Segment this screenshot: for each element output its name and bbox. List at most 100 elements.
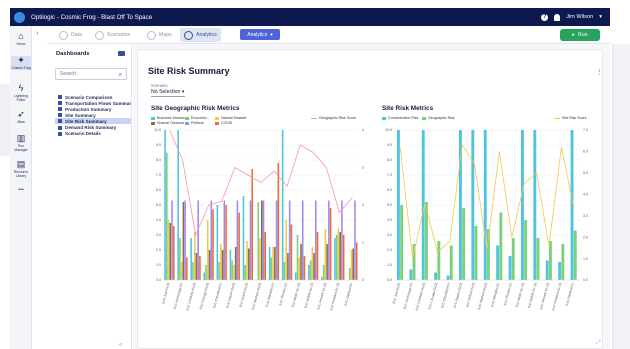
bar-covid bbox=[342, 235, 345, 280]
rail-item-more[interactable]: ••• bbox=[11, 186, 31, 195]
more-options-icon[interactable]: ⋮ bbox=[596, 68, 603, 76]
bar-nuclear-distance bbox=[247, 248, 250, 280]
y-tick-label-left: 2.0 bbox=[387, 248, 392, 252]
legend-entry[interactable]: COVID bbox=[215, 121, 232, 125]
legend-entry[interactable]: Political bbox=[185, 121, 203, 125]
chart-title-geographic: Site Geographic Risk Metrics bbox=[151, 105, 240, 112]
bar-concentration-risk bbox=[434, 272, 438, 280]
chevron-down-icon[interactable]: ▾ bbox=[599, 14, 602, 20]
bar-geographic-risk bbox=[474, 226, 478, 280]
y-tick-label-left: 5.0 bbox=[387, 203, 392, 207]
collapse-left-icon[interactable]: « bbox=[119, 342, 122, 348]
expand-panel-chevron-icon[interactable]: › bbox=[36, 30, 38, 37]
bar-natural-disaster bbox=[298, 257, 301, 280]
dashboard-icon bbox=[58, 107, 62, 112]
dashboards-title: Dashboards bbox=[56, 51, 90, 57]
x-tick-label: ExC-Phoenix-Ex bbox=[278, 282, 288, 306]
scenario-label: Scenario bbox=[151, 83, 168, 88]
notifications-bell-icon[interactable] bbox=[554, 13, 561, 21]
bar-natural-disaster bbox=[246, 241, 248, 280]
dashboard-list-item[interactable]: Transportation Flows Summary bbox=[55, 100, 131, 106]
bar-covid bbox=[303, 256, 306, 280]
bar-business-distance bbox=[203, 272, 206, 280]
rail-item-label: Resource Library bbox=[13, 170, 29, 178]
rail-item-cosmic-frog[interactable]: ✦ Cosmic Frog bbox=[11, 56, 31, 70]
dashboard-list-item[interactable]: Scenario Details bbox=[55, 131, 131, 137]
legend-entry[interactable]: Business Distance bbox=[151, 116, 187, 120]
rail-item-home[interactable]: ⌂ Home bbox=[11, 32, 31, 47]
rail-item-run-manager[interactable]: ▥ Run Manager bbox=[11, 134, 31, 153]
x-tick-label: ExC-Newark-Ex-(3) bbox=[539, 282, 550, 310]
bar-business-distance bbox=[334, 238, 336, 280]
legend-entry[interactable]: Concentration Risk bbox=[382, 116, 418, 120]
y-tick-label-right: 4.0 bbox=[583, 192, 588, 196]
y-tick-label-right: 1.0 bbox=[583, 257, 588, 261]
bar-business-distance bbox=[229, 250, 232, 280]
help-icon[interactable]: ? bbox=[541, 13, 549, 21]
bar-covid bbox=[355, 242, 358, 280]
bar-business-distance bbox=[294, 272, 297, 280]
rail-item-lightning-editor[interactable]: ϟ Lightning Editor bbox=[11, 84, 31, 103]
y-tick-label-left: 8.0 bbox=[387, 158, 392, 162]
bar-geographic-risk bbox=[573, 230, 577, 280]
y-tick-label-left: 8.0 bbox=[156, 158, 161, 162]
x-tick-label: ExC-Portland-Ex-(3) bbox=[551, 282, 562, 311]
legend-label: Nuclear Distance bbox=[157, 121, 185, 125]
x-tick-label: ExC-Dayton-Ex(3) bbox=[225, 282, 236, 308]
left-navigation-rail: ⌂ Home ✦ Cosmic Frog ϟ Lightning Editor ➶ Atlas… bbox=[10, 26, 32, 349]
new-folder-icon[interactable] bbox=[118, 51, 125, 56]
bar-concentration-risk bbox=[508, 256, 512, 280]
bar-geographic-risk bbox=[499, 212, 503, 280]
tab-analytics[interactable]: Analytics bbox=[180, 28, 221, 42]
bar-geographic-risk bbox=[524, 220, 528, 280]
bar-nuclear-distance bbox=[313, 253, 315, 280]
bar-political bbox=[184, 200, 186, 280]
x-tick-label: ExC-Miami-Ex-(3) bbox=[515, 282, 525, 308]
collapse-right-icon[interactable]: ⤢ bbox=[596, 340, 601, 347]
y-tick-label-right: 4 bbox=[362, 128, 364, 132]
dashboard-icon bbox=[58, 125, 62, 130]
bar-concentration-risk bbox=[471, 130, 475, 280]
bar-natural-disaster bbox=[193, 232, 196, 280]
x-tick-label: ExC-Detroit-Ex(3) bbox=[239, 282, 249, 307]
legend-entry[interactable]: Natural Disaster bbox=[215, 116, 247, 120]
legend-site-risk: Concentration Risk Geographic Risk Site Ri… bbox=[382, 116, 594, 124]
search-icon[interactable]: ⌕ bbox=[119, 70, 122, 80]
rail-item-resource-library[interactable]: ▤ Resource Library bbox=[11, 160, 31, 179]
legend-swatch bbox=[554, 117, 560, 119]
legend-entry[interactable]: Geographic Risk Score bbox=[311, 116, 356, 120]
y-tick-label-left: 5.0 bbox=[156, 203, 161, 207]
rail-item-atlas[interactable]: ➶ Atlas bbox=[11, 110, 31, 125]
run-button[interactable]: ▸ Run bbox=[560, 29, 600, 41]
header-right-controls: ? Jim Wilson ▾ bbox=[541, 13, 610, 21]
legend-label: Concentration Risk bbox=[388, 116, 419, 120]
x-tick-label: ExC-Portland-Ex-(3) bbox=[329, 282, 340, 311]
bar-natural-disaster bbox=[233, 265, 235, 280]
y-tick-label-left: 6.0 bbox=[387, 188, 392, 192]
dashboard-icon bbox=[58, 113, 62, 118]
optilogic-logo-icon[interactable] bbox=[14, 11, 25, 23]
bar-concentration-risk bbox=[545, 260, 549, 280]
tab-scenarios[interactable]: Scenarios bbox=[91, 28, 134, 42]
x-tick-label: ExC-Chicago-Ex(3) bbox=[427, 282, 438, 310]
legend-entry[interactable]: Economic bbox=[185, 116, 207, 120]
user-menu[interactable]: Jim Wilson bbox=[566, 14, 593, 20]
y-tick-label-left: 9.0 bbox=[156, 143, 161, 147]
legend-entry[interactable]: Site Risk Score bbox=[554, 116, 587, 120]
tab-data[interactable]: Data bbox=[55, 28, 86, 42]
chevron-down-icon: ▾ bbox=[270, 31, 273, 38]
app-title: Optilogic - Cosmic Frog - Blast Off To S… bbox=[31, 13, 153, 21]
analytics-dropdown-button[interactable]: Analytics ▾ bbox=[240, 29, 280, 40]
bar-concentration-risk bbox=[483, 130, 487, 280]
dashboard-list-item-label: Scenario Details bbox=[65, 131, 101, 137]
y-tick-label-right: 0.0 bbox=[583, 278, 588, 282]
legend-entry[interactable]: Nuclear Distance bbox=[151, 121, 184, 125]
x-tick-label: ExC-Madison-Ex(3) bbox=[477, 282, 488, 310]
analytics-tab-icon bbox=[184, 30, 193, 40]
tab-maps[interactable]: Maps bbox=[143, 28, 176, 42]
scenario-select[interactable]: No Selection ▾ bbox=[151, 89, 184, 95]
legend-entry[interactable]: Geographic Risk bbox=[422, 116, 455, 120]
bar-economic bbox=[205, 265, 207, 280]
dashboard-search-input[interactable]: Search ⌕ bbox=[55, 68, 127, 80]
x-tick-label: ExC-Newark-Ex-(3) bbox=[316, 282, 327, 310]
